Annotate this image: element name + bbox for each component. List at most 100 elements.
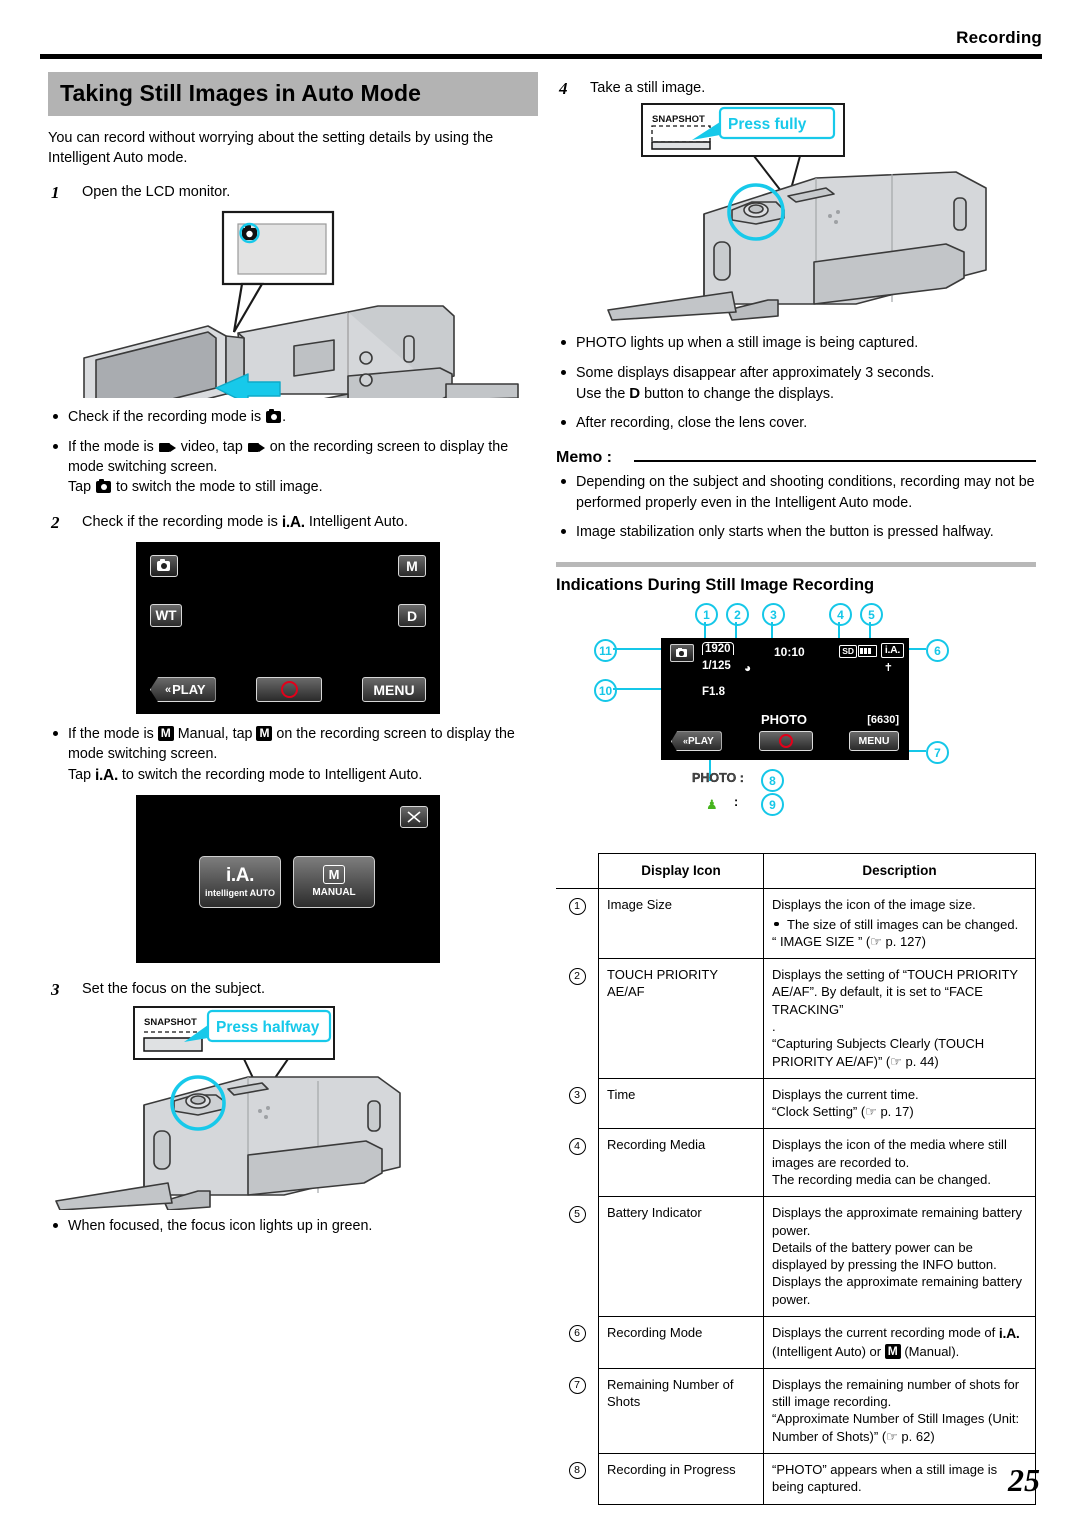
row-number: 3 (568, 1087, 586, 1105)
header-rule (40, 54, 1042, 59)
step-2-number: 2 (51, 513, 60, 533)
row-icon-cell: TOUCH PRIORITY AE/AF (598, 958, 764, 1079)
desc-line-recording-mode: Displays the current recording mode of i… (772, 1324, 1020, 1359)
bullet-text: Some displays disappear after approximat… (576, 364, 935, 381)
lcd-display-button[interactable]: D (398, 604, 426, 628)
step-3-number: 3 (51, 979, 60, 999)
bullet-text: PHOTO lights up when a still image is be… (576, 335, 919, 352)
illustration-open-lcd (48, 208, 538, 399)
section-lead: You can record without worrying about th… (48, 130, 494, 166)
bullet-switch-from-video: If the mode is video, tap on the recordi… (48, 437, 538, 498)
bullet-text-tail: . (282, 409, 287, 426)
legend-photo-label: PHOTO : (692, 771, 744, 786)
row-desc-cell: Displays the setting of “TOUCH PRIORITY … (763, 958, 1036, 1079)
callout-7: 7 (926, 741, 949, 765)
lcd-option-manual[interactable]: M MANUAL (293, 855, 375, 908)
desc-line: Displays the icon of the image size. (772, 897, 976, 913)
lcd-menu-button[interactable]: MENU (362, 677, 426, 703)
manual-main-label: M (323, 865, 345, 885)
callout-10: 10 (594, 679, 617, 703)
osd-battery-icon (858, 645, 877, 658)
table-row: 3 Time Displays the current time. “Clock… (556, 1077, 1036, 1130)
bullet-switch-from-manual: If the mode is M Manual, tap M on the re… (48, 724, 538, 787)
lcd-manual-label: M (406, 558, 418, 575)
osd-menu-label: MENU (858, 735, 890, 748)
row-number-cell: 6 (556, 1316, 599, 1369)
lcd-still-mode-button[interactable] (150, 555, 178, 578)
callout-1: 1 (695, 603, 718, 627)
table-header-desc: Description (763, 853, 1036, 890)
close-icon (407, 811, 421, 823)
osd-image-size-value: 1920 (702, 642, 734, 656)
desc-line: Displays the approximate remaining batte… (772, 1274, 1023, 1307)
table-row: 2 TOUCH PRIORITY AE/AF Displays the sett… (556, 958, 1036, 1079)
manual-mode-icon: M (884, 1343, 901, 1359)
row-number: 8 (568, 1462, 586, 1480)
bullet-check-recording-mode: Check if the recording mode is . (48, 407, 538, 427)
desc-line: “PHOTO” appears when a still image is be… (772, 1461, 998, 1495)
row-icon-cell: Battery Indicator (598, 1196, 764, 1317)
callout-2: 2 (726, 603, 749, 627)
legend-focus-icon: ♟ (706, 797, 718, 813)
osd-play-button[interactable]: «PLAY (671, 731, 722, 752)
memo-block: Memo : (556, 449, 1036, 467)
osd-mode-label: i.A. (884, 644, 900, 657)
memo-label: Memo : (556, 449, 612, 467)
desc-line: . (772, 1019, 776, 1035)
display-icon-table: Display Icon Description 1 Image Size Di… (556, 853, 1036, 1505)
video-mode-icon (158, 441, 176, 452)
indications-lcd: 1920 1/125 ◕ F1.8 10:10 SD i.A. ✝ [6630]… (661, 638, 909, 761)
lcd-wt-label: WT (155, 608, 177, 624)
lcd-play-button[interactable]: «PLAY (150, 677, 216, 703)
lcd-mode-switch-screen: i.A. intelligent AUTO M MANUAL (136, 794, 440, 963)
osd-time: 10:10 (774, 645, 805, 660)
desc-ref: “ IMAGE SIZE ” (☞ p. 127) (772, 933, 926, 949)
lcd-option-intelligent-auto[interactable]: i.A. intelligent AUTO (199, 855, 281, 908)
row-icon-cell: Remaining Number of Shots (598, 1367, 764, 1454)
row-number-cell: 4 (556, 1128, 599, 1197)
subsection-rule (556, 562, 1036, 568)
table-row: 1 Image Size Displays the icon of the im… (556, 888, 1036, 960)
table-row: 4 Recording Media Displays the icon of t… (556, 1128, 1036, 1198)
step-4: 4 Take a still image. (556, 78, 1036, 98)
desc-ref: “Capturing Subjects Clearly (TOUCH PRIOR… (772, 1036, 985, 1069)
osd-media-icon: SD (839, 645, 857, 659)
row-number: 4 (568, 1137, 586, 1155)
row-number-cell: 1 (556, 888, 599, 959)
manual-sub-label: MANUAL (312, 887, 356, 899)
bullet-text-extra-tail: to switch the recording mode to Intellig… (117, 766, 423, 783)
osd-remaining-shots: [6630] (867, 714, 899, 727)
table-row: 6 Recording Mode Displays the current re… (556, 1315, 1036, 1369)
osd-touch-priority-icon: ◕ (744, 661, 752, 676)
step-1-number: 1 (51, 183, 60, 202)
osd-photo-label: PHOTO (761, 712, 807, 728)
row-number-cell: 2 (556, 958, 599, 1079)
right-column: 4 Take a still image. SNAPSHOT Press ful… (556, 78, 1036, 1505)
row-desc-cell: Displays the icon of the image size. The… (763, 888, 1036, 960)
section-banner: Taking Still Images in Auto Mode (48, 72, 538, 116)
table-body: 1 Image Size Displays the icon of the im… (556, 888, 1036, 1505)
leader-3 (771, 622, 773, 639)
osd-shutter-button[interactable] (759, 731, 813, 752)
step-2-text: Check if the recording mode is (82, 514, 282, 531)
table-row: 5 Battery Indicator Displays the approxi… (556, 1196, 1036, 1317)
row-number: 1 (568, 898, 586, 916)
illustration-press-halfway: SNAPSHOT Press halfway (48, 1005, 538, 1211)
lcd-zoom-wt-button[interactable]: WT (150, 604, 182, 628)
step-4-number: 4 (559, 79, 568, 98)
lcd-close-button[interactable] (400, 805, 428, 828)
bullet-photo-lights-up: PHOTO lights up when a still image is be… (556, 333, 1036, 353)
lcd-play-label: PLAY (172, 682, 206, 698)
intelligent-auto-icon: i.A. (281, 514, 305, 532)
lcd-manual-button[interactable]: M (398, 555, 426, 578)
bullet-text-mid: Manual, tap (173, 726, 257, 743)
memo-item: Image stabilization only starts when the… (556, 522, 1036, 542)
manual-mode-icon: M (157, 726, 174, 742)
osd-menu-button[interactable]: MENU (849, 731, 899, 752)
bullet-text-line2-tail: button to change the displays. (640, 385, 835, 402)
table-header-icon: Display Icon (598, 853, 764, 890)
lcd-shutter-button[interactable] (256, 677, 322, 703)
row-icon-cell: Recording in Progress (598, 1452, 764, 1505)
lcd-recording-screen: M WT D «PLAY MENU (136, 542, 440, 715)
table-row: 7 Remaining Number of Shots Displays the… (556, 1367, 1036, 1454)
